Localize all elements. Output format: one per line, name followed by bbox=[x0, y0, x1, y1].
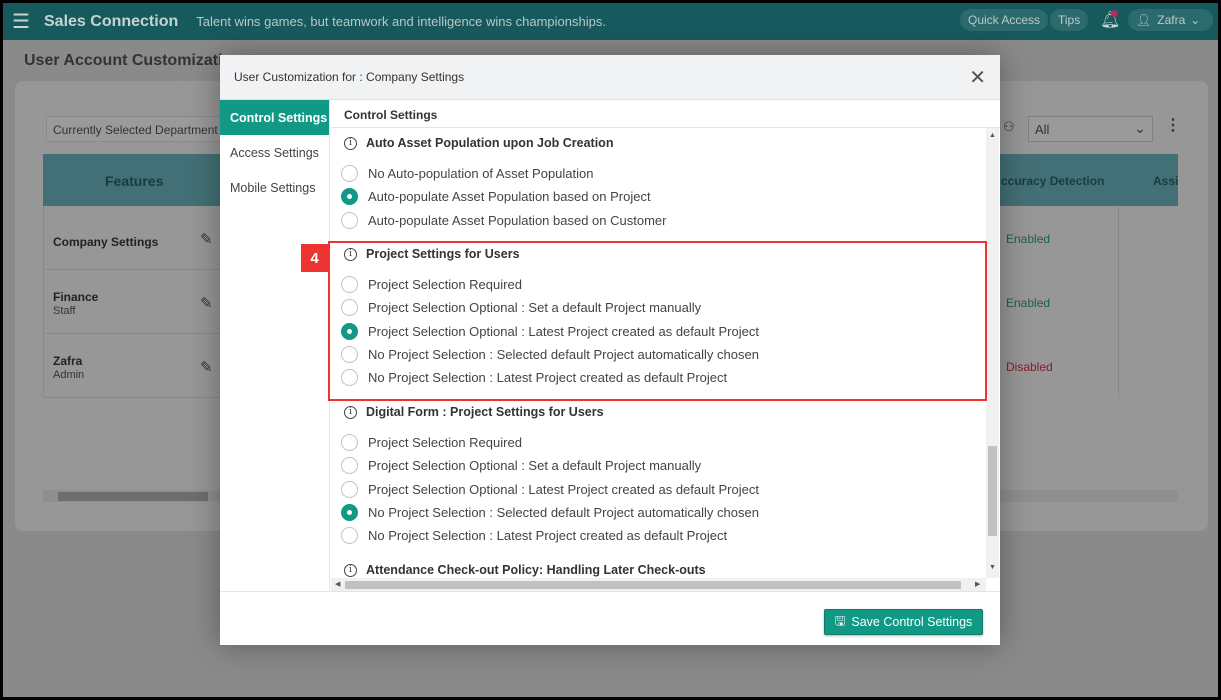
top-bar: ☰ Sales Connection Talent wins games, bu… bbox=[3, 3, 1218, 40]
radio-option[interactable]: Project Selection Optional : Set a defau… bbox=[341, 457, 702, 475]
scrollbar-thumb[interactable] bbox=[345, 581, 961, 589]
nav-control-settings[interactable]: Control Settings bbox=[220, 100, 329, 135]
nav-access-settings[interactable]: Access Settings bbox=[220, 135, 329, 170]
info-icon[interactable]: i bbox=[344, 136, 357, 150]
nav-mobile-settings[interactable]: Mobile Settings bbox=[220, 170, 329, 205]
users-icon: ⚇ bbox=[1003, 119, 1015, 134]
section-title: Auto Asset Population upon Job Creation bbox=[366, 136, 614, 150]
option-label: Project Selection Optional : Set a defau… bbox=[368, 458, 702, 474]
radio-button[interactable] bbox=[341, 480, 358, 498]
close-icon[interactable]: ✕ bbox=[969, 65, 986, 90]
modal-nav: Control Settings Access Settings Mobile … bbox=[220, 100, 330, 590]
more-options-icon[interactable]: ⋮ bbox=[1165, 115, 1181, 135]
chevron-down-icon: ⌄ bbox=[1190, 13, 1201, 27]
radio-option[interactable]: No Project Selection : Latest Project cr… bbox=[341, 527, 728, 545]
page-title: User Account Customization bbox=[24, 52, 243, 69]
radio-button[interactable] bbox=[341, 527, 358, 545]
radio-option[interactable]: Auto-populate Asset Population based on … bbox=[341, 188, 651, 206]
divider bbox=[220, 591, 1000, 592]
annotation-badge: 4 bbox=[301, 244, 328, 272]
section-heading: i Auto Asset Population upon Job Creation bbox=[344, 136, 613, 150]
row-name: Company Settings bbox=[53, 235, 159, 249]
user-menu[interactable]: 👤︎ Zafra ⌄ bbox=[1128, 9, 1213, 31]
column-header: ccuracy Detection bbox=[1001, 174, 1105, 188]
user-name: Zafra bbox=[1157, 13, 1186, 27]
table-row: Zafra Admin ✎ bbox=[43, 334, 223, 398]
option-label: No Auto-population of Asset Population bbox=[368, 166, 594, 181]
option-label: No Project Selection : Latest Project cr… bbox=[368, 528, 728, 544]
filter-select[interactable]: All ⌄ bbox=[1028, 116, 1153, 142]
row-role: Staff bbox=[53, 305, 76, 317]
notification-dot bbox=[1111, 10, 1118, 17]
column-header: Assi bbox=[1153, 174, 1179, 188]
option-label: Auto-populate Asset Population based on … bbox=[368, 189, 651, 205]
modal-title: User Customization for : Company Setting… bbox=[234, 70, 465, 84]
option-label: Project Selection Required bbox=[368, 435, 522, 450]
save-icon: 🖫 bbox=[834, 613, 846, 628]
content-title: Control Settings bbox=[331, 100, 1000, 128]
divider bbox=[1118, 206, 1119, 398]
radio-button[interactable] bbox=[341, 503, 358, 521]
section-heading: i Attendance Check-out Policy: Handling L… bbox=[344, 563, 706, 577]
radio-button[interactable] bbox=[341, 165, 358, 182]
option-label: Auto-populate Asset Population based on … bbox=[368, 212, 667, 228]
scrollbar-thumb[interactable] bbox=[988, 446, 997, 536]
radio-button[interactable] bbox=[341, 457, 358, 475]
section-title: Attendance Check-out Policy: Handling La… bbox=[366, 563, 706, 577]
vertical-scrollbar[interactable]: ▲ ▼ bbox=[986, 128, 999, 578]
radio-option[interactable]: Auto-populate Asset Population based on … bbox=[341, 211, 667, 229]
horizontal-scrollbar[interactable]: ◀ ▶ bbox=[331, 578, 986, 591]
tips-button[interactable]: Tips bbox=[1050, 9, 1089, 31]
brand: Sales Connection bbox=[44, 12, 179, 30]
option-label: No Project Selection : Selected default … bbox=[368, 504, 759, 520]
row-name: Finance bbox=[53, 290, 99, 304]
radio-option[interactable]: Project Selection Required bbox=[341, 434, 522, 451]
save-control-settings-button[interactable]: 🖫 Save Control Settings bbox=[824, 609, 983, 635]
quick-access-button[interactable]: Quick Access bbox=[960, 9, 1049, 31]
table-row: Company Settings ✎ bbox=[43, 206, 223, 270]
scrollbar-thumb[interactable] bbox=[58, 492, 208, 501]
status-text: Enabled bbox=[1006, 232, 1051, 246]
section-title: Digital Form : Project Settings for User… bbox=[366, 405, 604, 419]
highlight-box bbox=[328, 241, 987, 401]
filter-value: All bbox=[1035, 122, 1050, 137]
section-heading: i Digital Form : Project Settings for Use… bbox=[344, 405, 604, 419]
department-select[interactable]: Currently Selected Department bbox=[46, 116, 236, 142]
status-text: Enabled bbox=[1006, 296, 1051, 310]
column-header: Features bbox=[105, 173, 164, 189]
row-role: Admin bbox=[53, 369, 85, 381]
radio-button[interactable] bbox=[341, 188, 358, 206]
user-icon: 👤︎ bbox=[1136, 13, 1152, 27]
save-label: Save Control Settings bbox=[851, 615, 973, 629]
edit-icon[interactable]: ✎ bbox=[200, 358, 213, 376]
table-row: Finance Staff ✎ bbox=[43, 270, 223, 334]
info-icon[interactable]: i bbox=[344, 563, 357, 577]
edit-icon[interactable]: ✎ bbox=[200, 230, 213, 248]
app-window: ☰ Sales Connection Talent wins games, bu… bbox=[3, 3, 1218, 697]
radio-option[interactable]: Project Selection Optional : Latest Proj… bbox=[341, 480, 759, 498]
info-icon[interactable]: i bbox=[344, 405, 357, 419]
edit-icon[interactable]: ✎ bbox=[200, 294, 213, 312]
modal-header: User Customization for : Company Setting… bbox=[220, 55, 1000, 100]
radio-option[interactable]: No Auto-population of Asset Population bbox=[341, 165, 594, 182]
option-label: Project Selection Optional : Latest Proj… bbox=[368, 481, 759, 497]
radio-button[interactable] bbox=[341, 434, 358, 451]
chevron-down-icon: ⌄ bbox=[1134, 120, 1146, 136]
row-name: Zafra bbox=[53, 354, 83, 368]
radio-button[interactable] bbox=[341, 211, 358, 229]
tagline: Talent wins games, but teamwork and inte… bbox=[196, 14, 606, 29]
customization-modal: User Customization for : Company Setting… bbox=[220, 55, 1000, 645]
hamburger-menu-icon[interactable]: ☰ bbox=[12, 9, 34, 34]
radio-option[interactable]: No Project Selection : Selected default … bbox=[341, 503, 759, 521]
status-text: Disabled bbox=[1006, 360, 1053, 374]
